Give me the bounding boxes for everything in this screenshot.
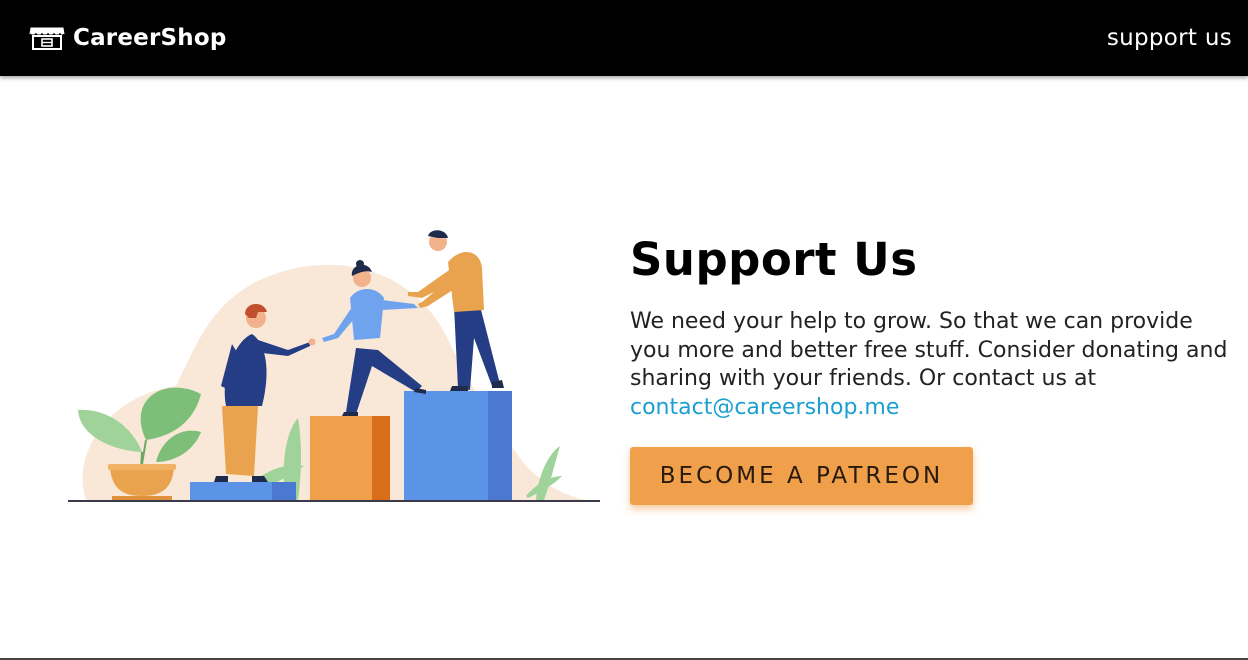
block-medium — [310, 416, 372, 500]
navbar: CareerShop support us — [0, 0, 1248, 76]
brand-link[interactable]: CareerShop — [29, 25, 227, 51]
brand-name: CareerShop — [73, 25, 227, 51]
storefront-icon — [29, 27, 65, 50]
support-us-link[interactable]: support us — [1107, 25, 1232, 51]
description-text: We need your help to grow. So that we ca… — [630, 309, 1228, 391]
become-patreon-button[interactable]: BECOME A PATREON — [630, 447, 973, 505]
block-small — [190, 482, 272, 500]
teamwork-illustration — [68, 230, 600, 502]
contact-email-link[interactable]: contact@careershop.me — [630, 395, 899, 420]
block-large — [404, 391, 488, 500]
support-section: Support Us We need your help to grow. So… — [630, 232, 1240, 505]
support-description: We need your help to grow. So that we ca… — [630, 308, 1240, 422]
page-title: Support Us — [630, 233, 918, 286]
